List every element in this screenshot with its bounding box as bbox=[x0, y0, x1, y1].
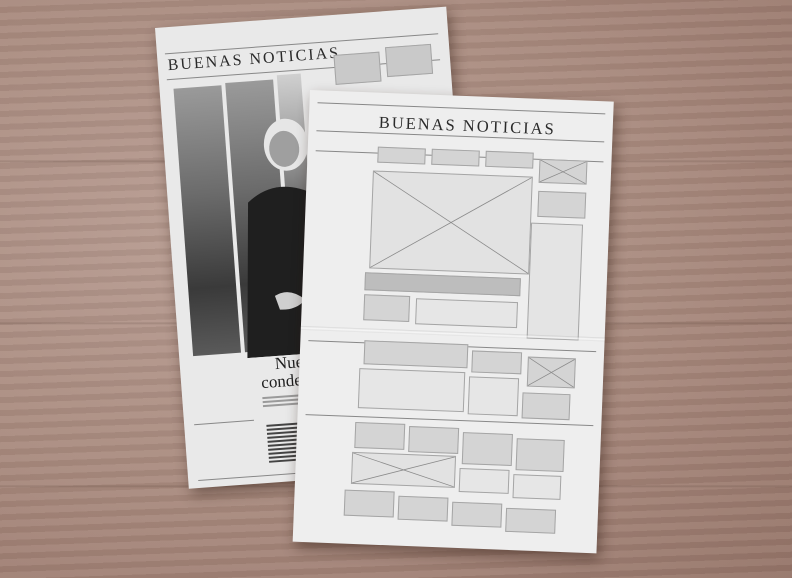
s1-main-image-placeholder bbox=[369, 170, 533, 275]
s3-image-placeholder bbox=[350, 451, 457, 488]
s1-side-column-placeholder bbox=[526, 222, 584, 341]
s3-placeholder-2 bbox=[408, 426, 460, 454]
s3-placeholder-3 bbox=[461, 432, 513, 467]
s1-side-placeholder-2 bbox=[537, 190, 587, 219]
front-top-rule bbox=[317, 102, 606, 115]
s2-placeholder-1 bbox=[363, 340, 469, 369]
s3-bottom-placeholder-2 bbox=[397, 495, 449, 522]
s1-headline-bar-placeholder bbox=[364, 272, 521, 297]
s1-bottom-placeholder-2 bbox=[415, 298, 519, 329]
front-newspaper: BUENAS NOTICIAS bbox=[292, 90, 614, 554]
s3-bottom-placeholder-4 bbox=[505, 507, 557, 534]
s1-bottom-placeholder-1 bbox=[363, 294, 411, 322]
s3-placeholder-5 bbox=[458, 468, 510, 494]
s1-top-placeholder-1 bbox=[377, 146, 426, 165]
back-section-rule bbox=[194, 419, 255, 426]
s1-top-placeholder-2 bbox=[431, 148, 480, 167]
back-top-placeholder-2 bbox=[385, 43, 434, 78]
back-top-placeholder-1 bbox=[333, 51, 382, 85]
s2-placeholder-4 bbox=[467, 376, 520, 417]
s3-placeholder-1 bbox=[354, 421, 406, 450]
s3-placeholder-4 bbox=[515, 438, 565, 473]
s1-top-placeholder-3 bbox=[485, 150, 534, 169]
s1-side-image-placeholder bbox=[538, 158, 588, 185]
s2-placeholder-3 bbox=[357, 368, 466, 413]
back-masthead: BUENAS NOTICIAS bbox=[167, 44, 341, 75]
s2-placeholder-5 bbox=[521, 392, 571, 421]
s2-placeholder-2 bbox=[471, 350, 523, 375]
s3-bottom-placeholder-3 bbox=[451, 501, 503, 528]
s3-placeholder-6 bbox=[512, 474, 562, 500]
s2-image-placeholder bbox=[526, 356, 576, 389]
s3-bottom-placeholder-1 bbox=[343, 489, 395, 518]
